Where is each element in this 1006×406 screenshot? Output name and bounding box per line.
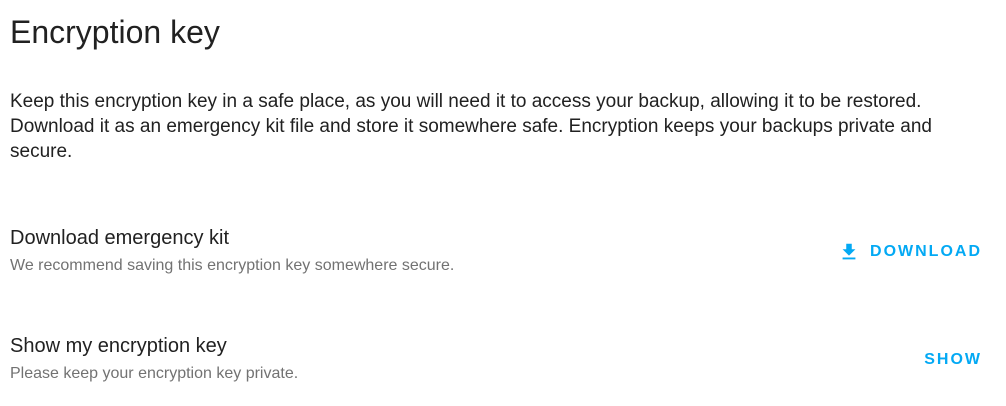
encryption-key-description: Keep this encryption key in a safe place…	[10, 91, 932, 162]
download-button-label: DOWNLOAD	[870, 243, 982, 260]
show-button-label: SHOW	[924, 351, 982, 368]
show-encryption-key-row: Show my encryption key Please keep your …	[10, 332, 996, 396]
encryption-key-panel: Encryption key Keep this encryption key …	[10, 0, 996, 406]
show-encryption-key-heading: Show my encryption key	[10, 335, 227, 357]
download-icon	[838, 241, 860, 263]
show-button[interactable]: SHOW	[924, 342, 982, 378]
show-encryption-key-description: Please keep your encryption key private.	[10, 365, 299, 382]
download-emergency-kit-row: Download emergency kit We recommend savi…	[10, 224, 996, 288]
download-button[interactable]: DOWNLOAD	[838, 234, 982, 270]
download-emergency-kit-heading: Download emergency kit	[10, 227, 229, 249]
page-title: Encryption key	[10, 14, 220, 50]
download-emergency-kit-description: We recommend saving this encryption key …	[10, 257, 455, 274]
